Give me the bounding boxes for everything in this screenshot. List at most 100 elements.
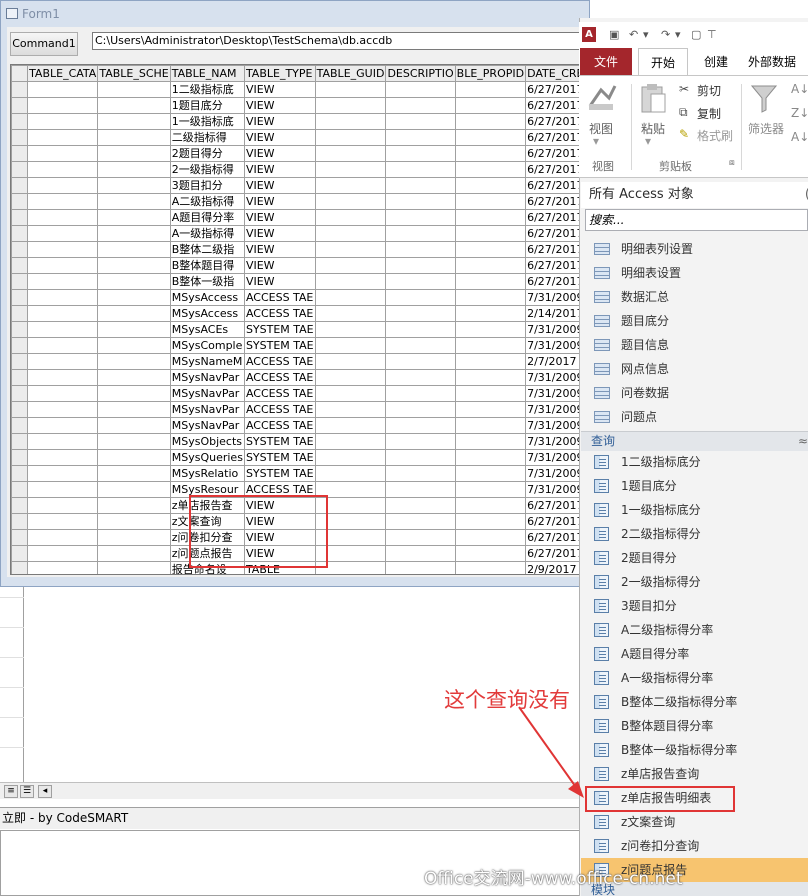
table-row[interactable]: A题目得分率 VIEW 6/27/2017 [11,209,589,226]
grid-cell[interactable] [97,161,171,178]
copy-icon[interactable]: ⧉ [679,105,688,120]
grid-cell[interactable] [454,305,527,322]
grid-cell[interactable] [27,561,99,574]
nav-query-item[interactable]: A一级指标得分率 [581,666,808,690]
grid-cell[interactable] [97,449,171,466]
row-header[interactable] [11,369,29,386]
grid-cell[interactable]: 二级指标得 [169,129,245,146]
nav-query-item[interactable]: 1二级指标底分 [581,450,808,474]
table-row[interactable]: MSysAccess ACCESS TAE 7/31/2009 [11,289,589,306]
row-header[interactable] [11,97,29,114]
row-header[interactable] [11,129,29,146]
grid-cell[interactable] [27,145,99,162]
row-header[interactable] [11,529,29,546]
nav-query-item[interactable]: B整体二级指标得分率 [581,690,808,714]
row-header[interactable] [11,465,29,482]
grid-cell[interactable] [385,193,456,210]
table-row[interactable]: 2题目得分 VIEW 6/27/2017 [11,145,589,162]
grid-cell[interactable]: VIEW [243,129,316,146]
grid-cell[interactable] [97,433,171,450]
grid-cell[interactable] [314,209,387,226]
grid-cell[interactable] [314,225,387,242]
nav-table-item[interactable]: 题目底分 [581,309,808,333]
grid-cell[interactable] [385,209,456,226]
grid-cell[interactable] [97,465,171,482]
grid-cell[interactable] [97,385,171,402]
grid-cell[interactable] [454,193,527,210]
grid-cell[interactable] [454,449,527,466]
grid-column-header[interactable]: TABLE_GUID [314,65,387,82]
cut-icon[interactable]: ✂ [679,82,689,96]
grid-cell[interactable] [454,241,527,258]
grid-cell[interactable]: 1题目底分 [169,97,245,114]
row-header[interactable] [11,433,29,450]
grid-cell[interactable] [27,337,99,354]
filter-button[interactable]: 筛选器 [748,120,784,137]
grid-cell[interactable] [314,385,387,402]
grid-cell[interactable] [454,497,527,514]
grid-cell[interactable]: SYSTEM TAE [243,321,316,338]
grid-cell[interactable] [454,401,527,418]
grid-cell[interactable] [454,81,527,98]
new-document-icon[interactable]: ▢ [691,28,701,41]
grid-cell[interactable]: ACCESS TAE [243,369,316,386]
grid-cell[interactable] [97,481,171,498]
grid-cell[interactable] [27,465,99,482]
grid-cell[interactable]: MSysNavPar [169,417,245,434]
grid-cell[interactable]: VIEW [243,225,316,242]
grid-column-header[interactable]: DESCRIPTIO [385,65,456,82]
table-row[interactable]: A二级指标得 VIEW 6/27/2017 [11,193,589,210]
grid-cell[interactable] [454,481,527,498]
grid-cell[interactable] [385,385,456,402]
row-header[interactable] [11,337,29,354]
grid-cell[interactable] [454,561,527,574]
grid-cell[interactable] [27,177,99,194]
grid-cell[interactable] [27,545,99,562]
grid-cell[interactable]: A题目得分率 [169,209,245,226]
nav-search-input[interactable]: 搜索... [585,209,808,231]
grid-cell[interactable] [97,257,171,274]
grid-cell[interactable] [27,321,99,338]
grid-cell[interactable] [97,545,171,562]
grid-cell[interactable]: VIEW [243,161,316,178]
save-icon[interactable]: ▣ [609,28,619,41]
grid-cell[interactable]: ACCESS TAE [243,353,316,370]
row-header[interactable] [11,401,29,418]
grid-cell[interactable]: 1二级指标底 [169,81,245,98]
grid-cell[interactable]: MSysRelatio [169,465,245,482]
grid-cell[interactable]: VIEW [243,193,316,210]
grid-cell[interactable] [27,209,99,226]
grid-cell[interactable] [97,369,171,386]
grid-cell[interactable] [454,321,527,338]
grid-cell[interactable] [385,433,456,450]
grid-cell[interactable] [27,481,99,498]
grid-cell[interactable] [27,513,99,530]
grid-column-header[interactable]: BLE_PROPID [454,65,527,82]
customize-toolbar-icon[interactable]: ⊤ [707,28,717,41]
grid-cell[interactable] [385,449,456,466]
row-header[interactable] [11,81,29,98]
grid-cell[interactable] [385,465,456,482]
grid-cell[interactable] [27,529,99,546]
grid-cell[interactable] [97,113,171,130]
grid-cell[interactable] [27,257,99,274]
row-header[interactable] [11,545,29,562]
table-row[interactable]: 1题目底分 VIEW 6/27/2017 [11,97,589,114]
grid-cell[interactable]: MSysNavPar [169,401,245,418]
code-horizontal-scrollbar[interactable]: ≡ ☰ ◂ [0,782,581,799]
grid-cell[interactable] [385,545,456,562]
row-header[interactable] [11,209,29,226]
row-header[interactable] [11,449,29,466]
row-header[interactable] [11,305,29,322]
grid-cell[interactable]: SYSTEM TAE [243,337,316,354]
table-row[interactable]: 二级指标得 VIEW 6/27/2017 [11,129,589,146]
database-path-input[interactable]: C:\Users\Administrator\Desktop\TestSchem… [92,32,590,50]
grid-cell[interactable] [97,321,171,338]
grid-cell[interactable] [97,129,171,146]
row-header[interactable] [11,481,29,498]
grid-cell[interactable]: B整体二级指 [169,241,245,258]
nav-query-item[interactable]: 1题目底分 [581,474,808,498]
view-icon[interactable] [587,82,619,112]
row-header[interactable] [11,561,29,574]
grid-cell[interactable] [385,289,456,306]
